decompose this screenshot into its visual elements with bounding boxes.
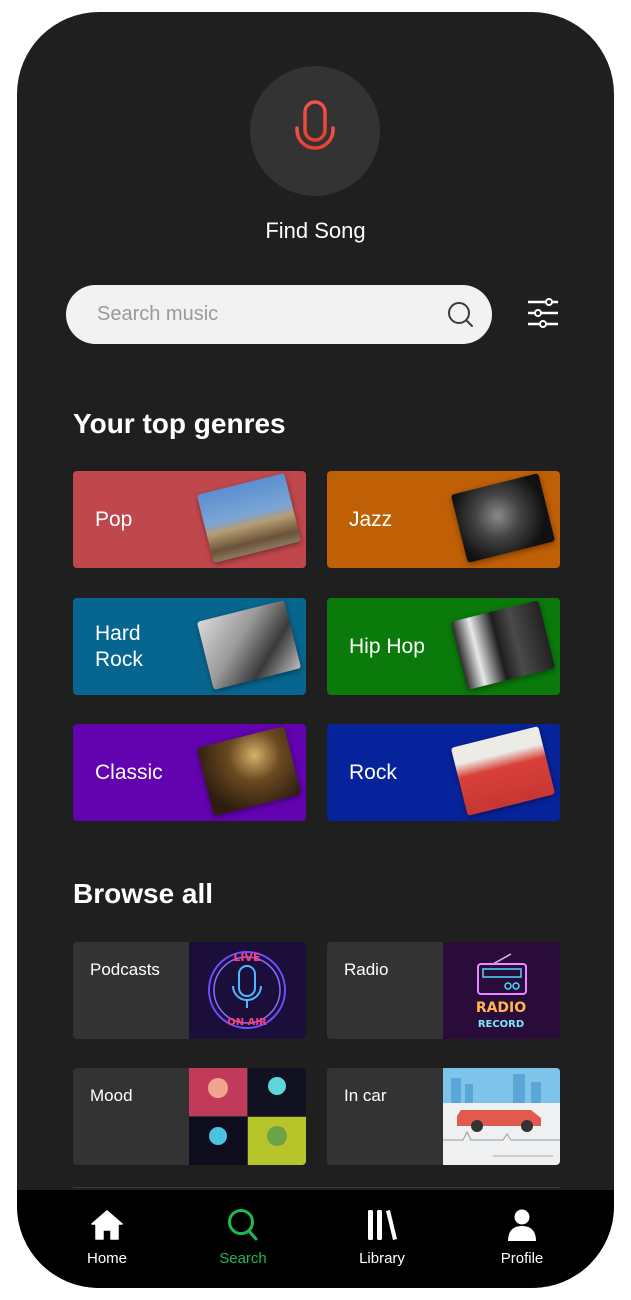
browse-label: Mood — [90, 1086, 133, 1105]
genre-image — [196, 473, 302, 563]
find-song-label: Find Song — [265, 218, 366, 243]
nav-label: Search — [219, 1250, 267, 1267]
nav-library[interactable]: Library — [327, 1190, 437, 1288]
nav-home[interactable]: Home — [52, 1190, 162, 1288]
browse-label: Podcasts — [90, 960, 160, 979]
browse-label: In car — [344, 1086, 387, 1105]
microphone-icon — [295, 100, 335, 160]
genre-card-jazz[interactable]: Jazz — [327, 471, 560, 568]
genre-label: Classic — [95, 760, 163, 784]
genre-label: Hip Hop — [349, 634, 425, 658]
browse-card-radio[interactable]: Radio RADIO RECORD — [327, 942, 560, 1039]
genre-image — [450, 726, 556, 816]
browse-label: Radio — [344, 960, 389, 979]
nav-search[interactable]: Search — [188, 1190, 298, 1288]
mood-collage-image — [189, 1068, 306, 1165]
svg-text:RECORD: RECORD — [478, 1019, 524, 1030]
genre-image — [196, 600, 302, 690]
genre-card-hard-rock[interactable]: Hard Rock — [73, 598, 306, 695]
find-song-button[interactable] — [250, 66, 380, 196]
search-icon — [228, 1209, 258, 1241]
genre-image — [196, 726, 302, 816]
profile-icon — [508, 1209, 536, 1241]
sliders-icon[interactable] — [527, 298, 559, 328]
genre-image — [450, 473, 556, 563]
svg-text:LIVE: LIVE — [233, 951, 260, 964]
library-icon — [368, 1210, 397, 1240]
genre-image — [450, 600, 556, 690]
svg-text:RADIO: RADIO — [476, 1000, 526, 1016]
genre-label: Rock — [349, 760, 397, 784]
browse-card-in-car[interactable]: In car — [327, 1068, 560, 1165]
home-icon — [91, 1210, 123, 1240]
genre-label: Hard Rock — [95, 621, 143, 671]
genre-label: Pop — [95, 507, 133, 531]
browse-card-podcasts[interactable]: Podcasts LIVE ON AIR — [73, 942, 306, 1039]
genre-card-pop[interactable]: Pop — [73, 471, 306, 568]
bottom-nav: Home Search Library Profile — [17, 1190, 614, 1288]
browse-card-mood[interactable]: Mood — [73, 1068, 306, 1165]
genre-card-hip-hop[interactable]: Hip Hop — [327, 598, 560, 695]
live-on-air-image: LIVE ON AIR — [189, 942, 306, 1039]
nav-label: Home — [86, 1250, 127, 1267]
svg-text:ON AIR: ON AIR — [227, 1017, 267, 1028]
nav-divider — [73, 1187, 560, 1188]
genre-card-classic[interactable]: Classic — [73, 724, 306, 821]
top-genres-title: Your top genres — [73, 408, 286, 439]
radio-record-image: RADIO RECORD — [443, 942, 560, 1039]
search-input[interactable] — [95, 302, 429, 327]
nav-label: Profile — [500, 1250, 544, 1267]
nav-label: Library — [359, 1250, 405, 1267]
search-bar — [66, 285, 492, 344]
car-illustration-image — [443, 1068, 560, 1165]
phone-screen: Find Song Your top genres Pop Jazz Hard … — [17, 12, 614, 1288]
nav-profile[interactable]: Profile — [467, 1190, 577, 1288]
browse-all-title: Browse all — [73, 878, 214, 909]
search-icon[interactable] — [447, 301, 474, 328]
genre-card-rock[interactable]: Rock — [327, 724, 560, 821]
genre-label: Jazz — [349, 507, 393, 531]
